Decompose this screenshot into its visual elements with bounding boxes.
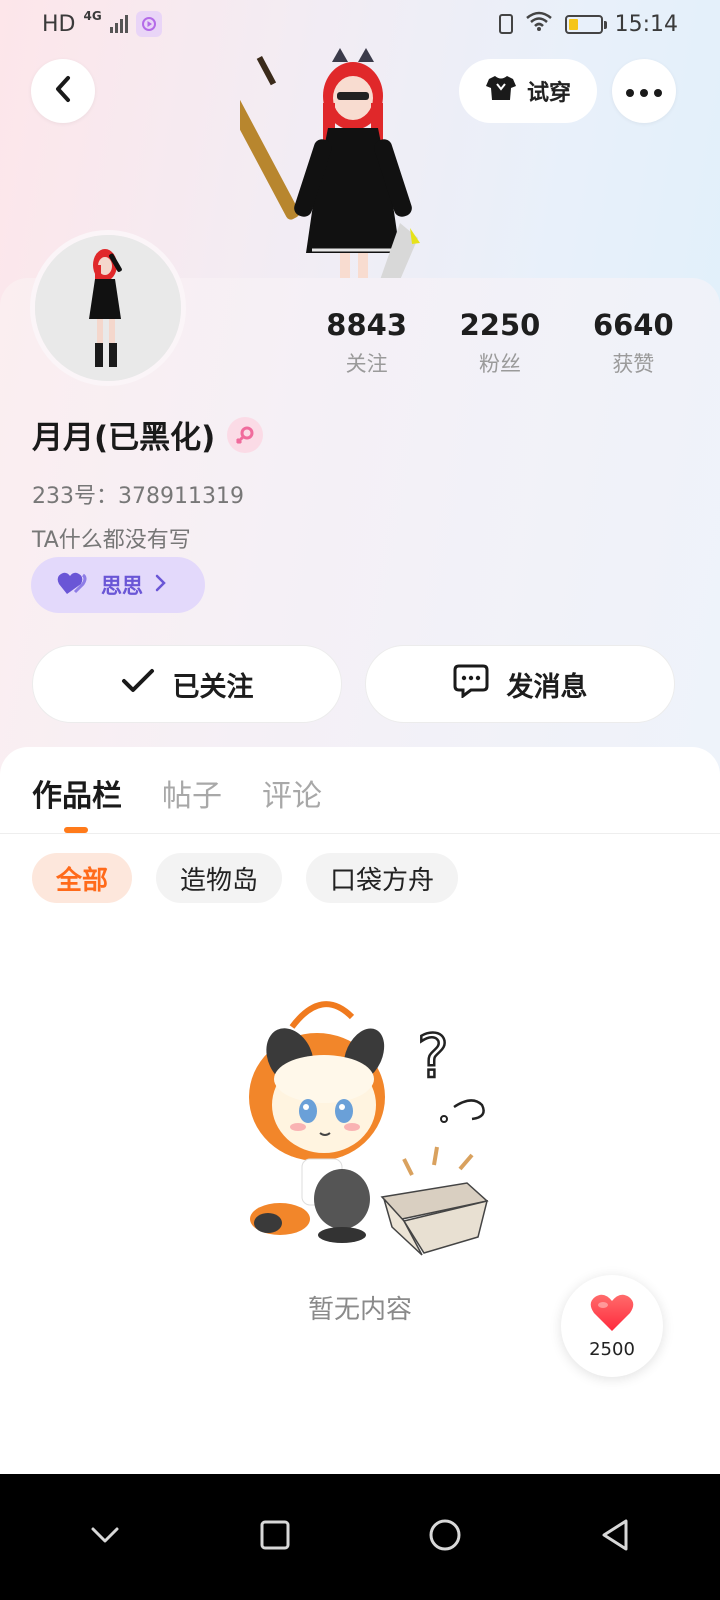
square-icon [259, 1519, 291, 1555]
try-on-button[interactable]: 试穿 [459, 59, 597, 123]
more-dots-icon [626, 82, 662, 101]
network-type: 4G [83, 9, 102, 23]
avatar[interactable] [30, 230, 186, 386]
signal-icon [109, 15, 128, 33]
followed-label: 已关注 [172, 671, 254, 703]
svg-text:?: ? [417, 1022, 449, 1092]
stat-value: 6640 [592, 308, 674, 342]
message-label: 发消息 [506, 671, 588, 703]
stat-value: 2250 [459, 308, 541, 342]
stat-likes[interactable]: 6640 获赞 [567, 308, 700, 378]
nav-collapse-button[interactable] [65, 1497, 145, 1577]
circle-icon [428, 1518, 462, 1556]
chevron-right-icon [153, 573, 167, 598]
chevron-down-icon [89, 1525, 121, 1549]
profile-stats: 8843 关注 2250 粉丝 6640 获赞 [300, 308, 700, 378]
status-bar: HD 4G 15:14 [0, 0, 720, 48]
chat-bubble-icon [453, 664, 489, 705]
wifi-icon [525, 10, 553, 38]
send-message-button[interactable]: 发消息 [365, 645, 675, 723]
clock: 15:14 [614, 11, 678, 37]
tshirt-icon [485, 74, 517, 108]
divider [0, 833, 720, 834]
banner-avatar-image [210, 48, 440, 280]
nav-back-button[interactable] [575, 1497, 655, 1577]
stat-label: 获赞 [612, 352, 655, 376]
female-icon [227, 416, 264, 453]
stat-label: 粉丝 [478, 352, 521, 376]
heart-link-icon [57, 570, 91, 601]
nav-recents-button[interactable] [235, 1497, 315, 1577]
tab-comments[interactable]: 评论 [262, 771, 322, 815]
filter-pocket-ark[interactable]: 口袋方舟 [306, 853, 459, 903]
stat-following[interactable]: 8843 关注 [300, 308, 433, 378]
relation-chip[interactable]: 思思 [31, 557, 205, 613]
filter-creation-island[interactable]: 造物岛 [156, 853, 283, 903]
bio: TA什么都没有写 [32, 528, 191, 553]
heart-icon [589, 1293, 635, 1337]
username-row: 月月(已黑化) [32, 412, 264, 457]
like-button[interactable]: 2500 [561, 1275, 663, 1377]
tab-bar: 作品栏 帖子 评论 [32, 771, 322, 815]
stat-value: 8843 [326, 308, 408, 342]
system-navigation-bar [0, 1474, 720, 1600]
chevron-left-icon [52, 74, 74, 108]
back-button[interactable] [31, 59, 95, 123]
tab-posts[interactable]: 帖子 [162, 771, 222, 815]
filter-chips: 全部 造物岛 口袋方舟 [32, 853, 459, 903]
media-app-icon [135, 11, 162, 37]
username: 月月(已黑化) [32, 420, 216, 456]
triangle-back-icon [599, 1518, 631, 1556]
try-on-label: 试穿 [526, 81, 571, 106]
user-id: 233号：378911319 [32, 484, 244, 509]
hd-indicator: HD [42, 11, 76, 37]
battery-icon [564, 14, 607, 34]
nav-home-button[interactable] [405, 1497, 485, 1577]
like-count: 2500 [589, 1338, 635, 1360]
tab-works[interactable]: 作品栏 [32, 771, 122, 815]
relation-label: 思思 [101, 574, 143, 598]
vibrate-icon [498, 14, 513, 34]
stat-followers[interactable]: 2250 粉丝 [433, 308, 566, 378]
stat-label: 关注 [345, 352, 388, 376]
check-icon [121, 668, 155, 701]
followed-button[interactable]: 已关注 [32, 645, 342, 723]
empty-state-illustration: ? [232, 987, 502, 1257]
filter-all[interactable]: 全部 [32, 853, 133, 903]
more-options-button[interactable] [612, 59, 676, 123]
